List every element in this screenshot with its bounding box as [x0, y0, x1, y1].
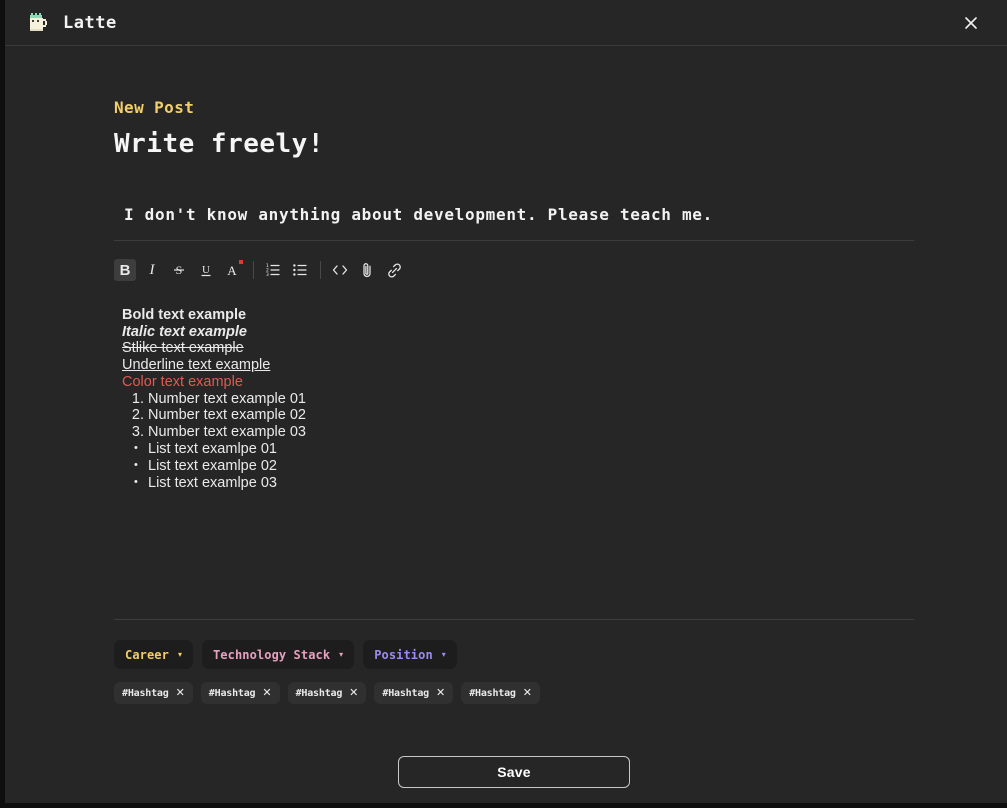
numbered-list-button[interactable]: 1 2 3	[262, 259, 284, 281]
app-title: Latte	[63, 12, 117, 33]
hashtag-label: #Hashtag	[469, 687, 516, 699]
career-dropdown-label: Career	[125, 647, 169, 662]
hashtag-row: #Hashtag ✕ #Hashtag ✕ #Hashtag ✕ #Hashta…	[114, 682, 907, 704]
close-icon[interactable]: ✕	[349, 687, 358, 699]
hashtag-label: #Hashtag	[295, 687, 343, 699]
editor-bullet-list: List text examlpe 01 List text examlpe 0…	[122, 440, 907, 492]
editor-toolbar: B I S U A 1 2 3	[114, 257, 907, 283]
position-dropdown[interactable]: Position ▾	[363, 640, 457, 669]
section-divider	[114, 619, 914, 620]
bold-glyph: B	[119, 261, 131, 279]
page-eyebrow: New Post	[114, 98, 195, 117]
strikethrough-button[interactable]: S	[168, 259, 190, 281]
underline-icon: U	[201, 264, 211, 277]
close-icon[interactable]: ✕	[436, 687, 445, 699]
italic-button[interactable]: I	[141, 259, 163, 281]
link-button[interactable]	[383, 259, 405, 281]
text-color-swatch	[239, 260, 243, 264]
italic-glyph: I	[149, 261, 155, 278]
bullet-list-button[interactable]	[289, 259, 311, 281]
underline-button[interactable]: U	[195, 259, 217, 281]
editor-line-underline: Underline text example	[122, 357, 271, 374]
hashtag-chip[interactable]: #Hashtag ✕	[200, 682, 280, 704]
technology-stack-dropdown-label: Technology Stack	[212, 647, 331, 662]
content-scroll-area: New Post Write freely! I don't know anyt…	[5, 46, 1007, 803]
editor-line-strike: Stlike text example	[122, 340, 244, 357]
code-icon	[332, 265, 348, 275]
list-item: List text examlpe 03	[134, 474, 907, 492]
list-item: Number text example 03	[148, 424, 907, 441]
milk-pitcher-icon	[30, 12, 47, 31]
post-title-input[interactable]: I don't know anything about development.…	[114, 204, 914, 241]
bold-button[interactable]: B	[114, 259, 136, 281]
save-button-container: Save	[114, 756, 914, 788]
hashtag-chip[interactable]: #Hashtag ✕	[461, 682, 540, 704]
post-title-value: I don't know anything about development.…	[124, 205, 713, 224]
page-title: Write freely!	[114, 129, 324, 159]
editor-content[interactable]: Bold text example Italic text example St…	[114, 307, 907, 557]
editor-line-color: Color text example	[122, 373, 243, 390]
chevron-down-icon: ▾	[177, 649, 182, 659]
technology-stack-dropdown[interactable]: Technology Stack ▾	[201, 640, 355, 669]
hashtag-label: #Hashtag	[122, 687, 169, 699]
close-icon[interactable]: ✕	[176, 687, 185, 699]
paperclip-icon	[363, 262, 371, 277]
chevron-down-icon: ▾	[441, 649, 446, 659]
editor-line-bold: Bold text example	[122, 307, 247, 323]
title-bar: Latte	[5, 0, 1007, 46]
category-selector-row: Career ▾ Technology Stack ▾ Position ▾	[114, 640, 907, 669]
app-window: Latte New Post Write freely! I don't kno…	[0, 0, 1007, 808]
strikethrough-icon: S	[174, 263, 184, 277]
list-item: Number text example 01	[148, 391, 907, 408]
close-icon[interactable]	[959, 11, 983, 35]
attachment-button[interactable]	[356, 259, 378, 281]
numbered-list-icon: 1 2 3	[266, 263, 280, 278]
close-icon[interactable]: ✕	[523, 687, 532, 699]
toolbar-divider-2	[320, 261, 321, 279]
list-item: List text examlpe 02	[134, 457, 907, 475]
list-item: List text examlpe 01	[134, 440, 907, 458]
position-dropdown-label: Position	[374, 647, 433, 662]
hashtag-label: #Hashtag	[208, 687, 256, 699]
text-color-button[interactable]: A	[222, 259, 244, 281]
hashtag-chip[interactable]: #Hashtag ✕	[374, 682, 454, 704]
svg-text:3: 3	[266, 272, 269, 278]
editor-line-italic: Italic text example	[122, 323, 247, 340]
list-item: Number text example 02	[148, 407, 907, 424]
svg-text:A: A	[227, 263, 237, 278]
text-color-icon: A	[227, 263, 237, 278]
code-block-button[interactable]	[329, 259, 351, 281]
chevron-down-icon: ▾	[339, 649, 344, 659]
editor-ordered-list: Number text example 01 Number text examp…	[122, 391, 907, 441]
svg-text:U: U	[202, 264, 210, 276]
toolbar-divider-1	[253, 261, 254, 279]
close-icon[interactable]: ✕	[262, 687, 271, 699]
bullet-list-icon	[293, 264, 307, 276]
link-icon	[387, 262, 401, 278]
hashtag-chip[interactable]: #Hashtag ✕	[287, 682, 367, 704]
hashtag-label: #Hashtag	[382, 687, 429, 699]
career-dropdown[interactable]: Career ▾	[114, 640, 193, 669]
save-button[interactable]: Save	[398, 756, 630, 788]
hashtag-chip[interactable]: #Hashtag ✕	[114, 682, 193, 704]
